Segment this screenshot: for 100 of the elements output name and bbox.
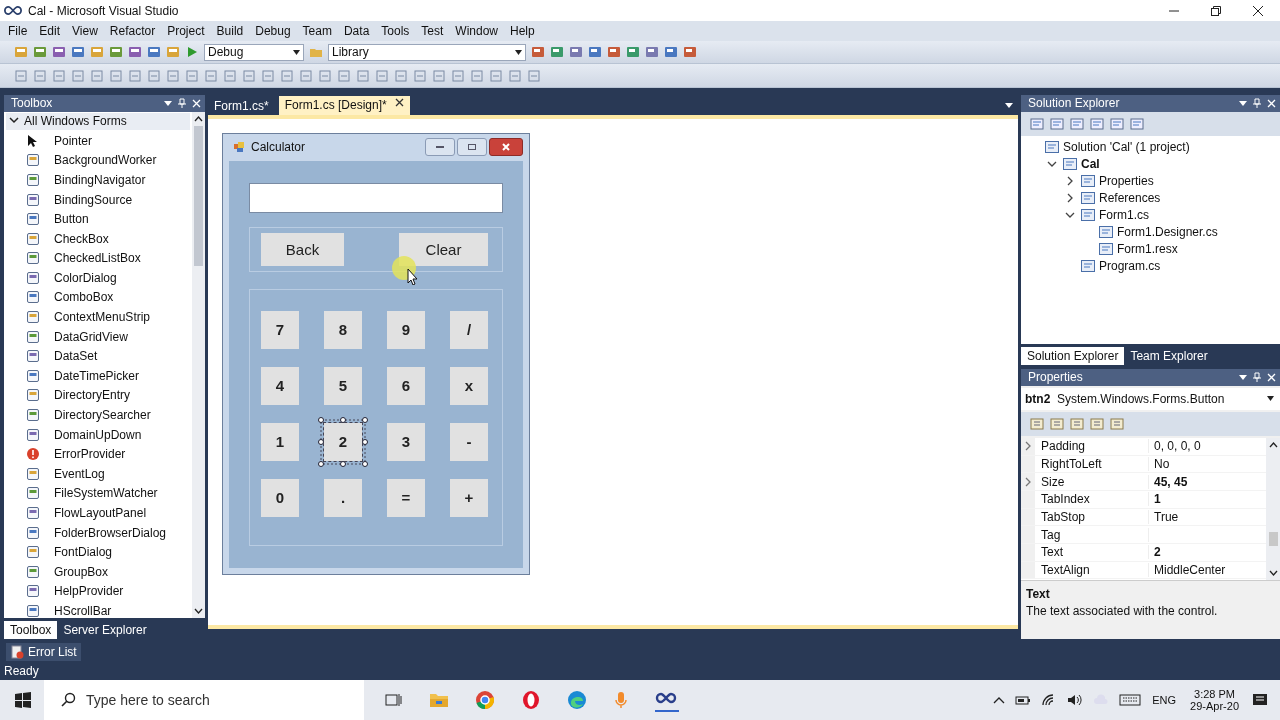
menu-item[interactable]: File <box>2 24 34 39</box>
close-icon[interactable] <box>394 97 404 107</box>
toolbox-item[interactable]: DateTimePicker <box>54 368 139 383</box>
layout-icon[interactable] <box>128 68 142 83</box>
toolbox-item[interactable]: CheckBox <box>54 231 109 246</box>
display-field[interactable] <box>249 182 503 213</box>
layout-icon[interactable] <box>166 68 180 83</box>
toolbox-item[interactable]: ContextMenuStrip <box>54 310 151 325</box>
key-button[interactable]: . <box>324 478 362 517</box>
dropdown-icon[interactable] <box>1239 374 1247 380</box>
tree-item[interactable]: Program.cs <box>1099 259 1161 274</box>
chevron-up-icon[interactable] <box>993 695 1006 705</box>
layout-icon[interactable] <box>14 68 28 83</box>
layout-icon[interactable] <box>185 68 199 83</box>
layout-icon[interactable] <box>318 68 332 83</box>
scrollbar-thumb[interactable] <box>194 125 203 266</box>
toolbar-icon[interactable] <box>569 45 583 60</box>
error-list-tab[interactable]: Error List <box>6 642 81 661</box>
toolbar-icon[interactable] <box>626 45 640 60</box>
toolbox-item[interactable]: FontDialog <box>54 545 113 560</box>
form-button[interactable]: Back <box>261 232 344 266</box>
tree-item[interactable]: Form1.resx <box>1117 242 1178 257</box>
layout-icon[interactable] <box>527 68 541 83</box>
project-dropdown[interactable]: Library <box>328 43 526 61</box>
layout-icon[interactable] <box>52 68 66 83</box>
key-button[interactable]: + <box>450 478 488 517</box>
layout-icon[interactable] <box>375 68 389 83</box>
menu-item[interactable]: Edit <box>33 24 67 39</box>
browser-icon[interactable] <box>475 690 495 710</box>
configuration-dropdown[interactable]: Debug <box>204 43 304 61</box>
layout-icon[interactable] <box>71 68 85 83</box>
toolbar-icon[interactable] <box>166 45 180 60</box>
toolbar-icon[interactable] <box>1109 415 1125 432</box>
windows-icon[interactable] <box>15 692 31 708</box>
layout-icon[interactable] <box>470 68 484 83</box>
menu-item[interactable]: Refactor <box>103 24 162 39</box>
browser-icon[interactable] <box>521 690 541 710</box>
clock-date[interactable]: 29-Apr-20 <box>1190 700 1239 712</box>
menu-item[interactable]: Team <box>296 24 338 39</box>
layout-icon[interactable] <box>299 68 313 83</box>
close-button[interactable] <box>489 138 523 157</box>
property-row[interactable]: TabStop True <box>1021 508 1266 527</box>
close-icon[interactable] <box>1252 4 1264 17</box>
selection-frame[interactable] <box>318 416 368 467</box>
toolbox-item[interactable]: FlowLayoutPanel <box>54 506 147 520</box>
scroll-down-icon[interactable] <box>1268 569 1278 576</box>
task-view-icon[interactable] <box>385 692 403 708</box>
toolbox-item[interactable]: GroupBox <box>54 564 109 579</box>
toolbar-icon[interactable] <box>1029 415 1045 432</box>
property-value[interactable]: MiddleCenter <box>1154 563 1226 578</box>
tree-item[interactable]: Form1.cs <box>1099 208 1149 223</box>
microphone-icon[interactable] <box>613 690 629 710</box>
pane-tab[interactable]: Server Explorer <box>57 620 153 639</box>
menu-item[interactable]: View <box>66 24 104 39</box>
key-button[interactable]: 7 <box>261 310 299 349</box>
toolbox-item[interactable]: ErrorProvider <box>54 447 126 462</box>
toolbar-icon[interactable] <box>14 45 28 60</box>
restore-icon[interactable] <box>1210 4 1222 17</box>
toolbox-item[interactable]: DirectoryEntry <box>54 388 130 403</box>
toolbox-item[interactable]: FileSystemWatcher <box>54 486 158 501</box>
toolbox-item[interactable]: EventLog <box>54 466 105 481</box>
language-indicator[interactable]: ENG <box>1152 694 1177 706</box>
toolbar-icon[interactable] <box>1089 115 1105 132</box>
folder-icon[interactable] <box>429 692 449 708</box>
toolbox-item[interactable]: DomainUpDown <box>54 427 142 442</box>
menu-item[interactable]: Build <box>210 24 250 39</box>
property-row[interactable]: Text 2 <box>1021 544 1266 562</box>
pin-icon[interactable] <box>1253 372 1261 383</box>
key-button[interactable]: - <box>450 422 488 461</box>
toolbar-icon[interactable] <box>128 45 142 60</box>
key-button[interactable]: 4 <box>261 366 299 405</box>
layout-icon[interactable] <box>223 68 237 83</box>
search-field[interactable]: Type here to search <box>44 680 364 720</box>
toolbar-icon[interactable] <box>147 45 161 60</box>
key-button[interactable]: 0 <box>261 478 299 517</box>
key-button[interactable]: 5 <box>324 366 362 405</box>
start-icon[interactable] <box>185 45 199 60</box>
toolbar-icon[interactable] <box>52 45 66 60</box>
toolbox-item[interactable]: Button <box>54 212 89 227</box>
minimize-button[interactable] <box>425 138 455 157</box>
toolbar-icon[interactable] <box>550 45 564 60</box>
layout-icon[interactable] <box>508 68 522 83</box>
key-button[interactable]: 2 <box>324 422 362 461</box>
dropdown-icon[interactable] <box>1239 100 1247 106</box>
property-value[interactable]: 1 <box>1154 492 1161 507</box>
clock-time[interactable]: 3:28 PM <box>1194 688 1235 700</box>
toolbar-icon[interactable] <box>645 45 659 60</box>
layout-icon[interactable] <box>394 68 408 83</box>
toolbar-icon[interactable] <box>1129 115 1145 132</box>
toolbar-icon[interactable] <box>90 45 104 60</box>
layout-icon[interactable] <box>261 68 275 83</box>
menu-item[interactable]: Data <box>337 24 376 39</box>
menu-item[interactable]: Help <box>504 24 541 39</box>
document-tab[interactable]: Form1.cs [Design]* <box>278 95 410 115</box>
document-tab[interactable]: Form1.cs* <box>208 96 275 115</box>
menu-item[interactable]: Debug <box>249 24 297 39</box>
key-button[interactable]: 6 <box>387 366 425 405</box>
object-selector[interactable]: btn2 System.Windows.Forms.Button <box>1021 387 1280 410</box>
toolbox-item[interactable]: DirectorySearcher <box>54 408 151 423</box>
layout-icon[interactable] <box>413 68 427 83</box>
